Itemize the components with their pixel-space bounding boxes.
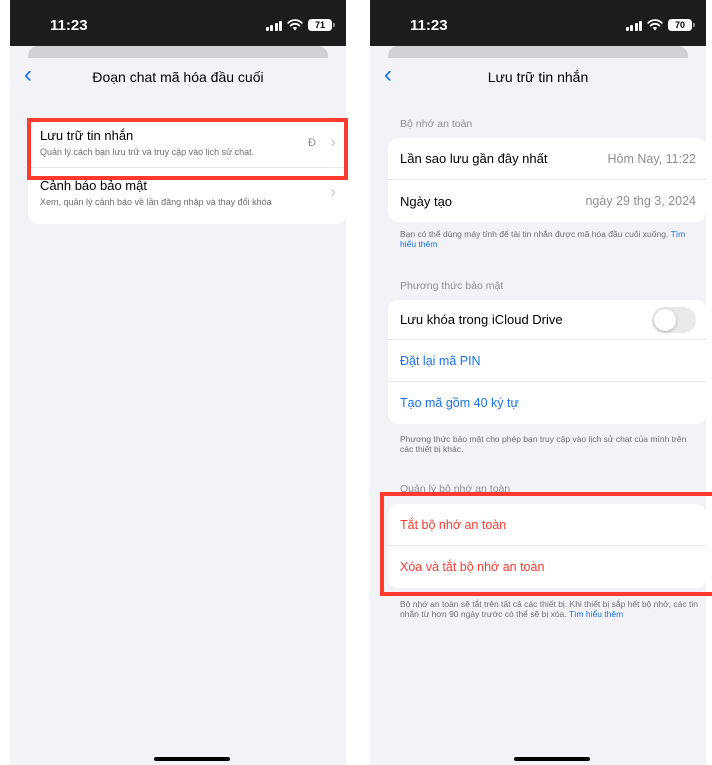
section-footer: Bạn có thể dùng máy tính để tải tin nhắn… [400, 229, 700, 249]
settings-card: Lưu trữ tin nhắn Quản lý cách bạn lưu tr… [28, 118, 346, 224]
item-subtitle: Quản lý cách bạn lưu trữ và truy cập vào… [40, 147, 255, 157]
row-label: Lần sao lưu gần đây nhất [400, 151, 548, 166]
reset-pin-button[interactable]: Đặt lại mã PIN [388, 340, 706, 382]
home-indicator [154, 757, 230, 761]
nav-bar: ‹ Lưu trữ tin nhắn [370, 58, 706, 96]
sheet-background-edge [388, 46, 688, 58]
item-title: Cảnh báo bảo mật [40, 178, 147, 193]
nav-bar: ‹ Đoạn chat mã hóa đầu cuối [10, 58, 346, 96]
phone-screen-right: 11:23 70 ‹ Lưu trữ tin nhắn Bộ nhớ an to… [370, 0, 706, 765]
item-subtitle: Xem, quản lý cảnh báo về lần đăng nhập v… [40, 197, 272, 207]
status-bar: 11:23 70 [370, 0, 706, 46]
security-alerts-item[interactable]: Cảnh báo bảo mật Xem, quản lý cảnh báo v… [28, 168, 346, 224]
status-icons: 70 [625, 18, 695, 32]
section-header-secure-storage: Bộ nhớ an toàn [400, 118, 473, 130]
page-title: Lưu trữ tin nhắn [487, 69, 589, 85]
last-backup-row: Lần sao lưu gần đây nhất Hôm Nay, 11:22 [388, 138, 706, 180]
wifi-icon [287, 19, 303, 31]
section-footer: Bộ nhớ an toàn sẽ tắt trên tất cả các th… [400, 599, 700, 619]
wifi-icon [647, 19, 663, 31]
status-time: 11:23 [50, 17, 88, 34]
home-indicator [514, 757, 590, 761]
back-chevron-icon[interactable]: ‹ [384, 63, 392, 87]
battery-icon: 70 [668, 19, 695, 31]
section-header-manage-storage: Quản lý bộ nhớ an toàn [400, 483, 511, 495]
item-title: Lưu trữ tin nhắn [40, 128, 134, 143]
message-storage-item[interactable]: Lưu trữ tin nhắn Quản lý cách bạn lưu tr… [28, 118, 346, 168]
create-40-char-code-button[interactable]: Tạo mã gồm 40 ký tự [388, 382, 706, 424]
row-value: ngày 29 thg 3, 2024 [585, 194, 696, 208]
battery-icon: 71 [308, 19, 335, 31]
signal-icon [625, 20, 642, 31]
status-bar: 11:23 71 [10, 0, 346, 46]
row-label: Ngày tạo [400, 193, 453, 209]
footer-text: Bộ nhớ an toàn sẽ tắt trên tất cả các th… [400, 599, 698, 619]
chevron-right-icon: › [330, 132, 336, 151]
toggle-knob [654, 308, 676, 331]
icloud-key-toggle[interactable] [652, 306, 696, 333]
status-icons: 71 [265, 18, 335, 32]
security-methods-card: Lưu khóa trong iCloud Drive Đặt lại mã P… [388, 300, 706, 424]
back-chevron-icon[interactable]: ‹ [24, 63, 32, 87]
secure-storage-card: Lần sao lưu gần đây nhất Hôm Nay, 11:22 … [388, 138, 706, 222]
turn-off-secure-storage-button[interactable]: Tắt bộ nhớ an toàn [388, 504, 706, 546]
icloud-key-row: Lưu khóa trong iCloud Drive [388, 300, 706, 340]
item-value: Đ [308, 137, 316, 149]
page-title: Đoạn chat mã hóa đầu cuối [92, 69, 264, 85]
learn-more-link[interactable]: Tìm hiểu thêm [569, 609, 623, 619]
row-label: Lưu khóa trong iCloud Drive [400, 312, 563, 327]
section-footer: Phương thức bảo mật cho phép bạn truy cậ… [400, 434, 687, 454]
delete-and-turn-off-secure-storage-button[interactable]: Xóa và tắt bộ nhớ an toàn [388, 546, 706, 588]
chevron-right-icon: › [330, 182, 336, 201]
status-time: 11:23 [410, 17, 448, 34]
signal-icon [265, 20, 282, 31]
manage-storage-card: Tắt bộ nhớ an toàn Xóa và tắt bộ nhớ an … [388, 504, 706, 588]
section-header-security-methods: Phương thức bảo mật [400, 280, 504, 292]
created-date-row: Ngày tạo ngày 29 thg 3, 2024 [388, 180, 706, 222]
footer-text: Bạn có thể dùng máy tính để tải tin nhắn… [400, 229, 669, 239]
sheet-background-edge [28, 46, 328, 58]
phone-screen-left: 11:23 71 ‹ Đoạn chat mã hóa đầu cuối Lưu… [10, 0, 346, 765]
row-value: Hôm Nay, 11:22 [607, 151, 696, 166]
